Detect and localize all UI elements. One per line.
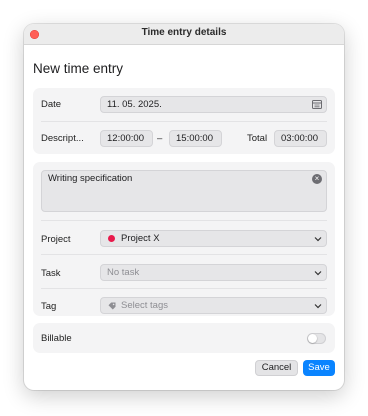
tag-placeholder: Select tags xyxy=(121,300,168,311)
date-field[interactable]: 11. 05. 2025. xyxy=(100,96,327,113)
project-color-dot xyxy=(108,235,115,242)
billable-card: Billable xyxy=(33,323,335,353)
details-card: Writing specification × Project Project … xyxy=(33,162,335,316)
project-label: Project xyxy=(41,234,71,245)
divider xyxy=(41,220,327,221)
task-label: Task xyxy=(41,268,61,279)
project-value: Project X xyxy=(121,233,160,244)
calendar-icon[interactable] xyxy=(312,100,322,109)
date-label: Date xyxy=(41,99,62,110)
clear-icon[interactable]: × xyxy=(312,174,322,184)
start-time-field[interactable]: 12:00:00 xyxy=(100,130,153,147)
time-entry-window: Time entry details New time entry Date 1… xyxy=(24,24,344,390)
task-placeholder: No task xyxy=(107,267,140,278)
date-value: 11. 05. 2025. xyxy=(107,99,162,110)
divider xyxy=(41,121,327,122)
chevron-down-icon xyxy=(314,271,322,276)
billable-toggle[interactable] xyxy=(307,333,326,344)
project-select[interactable]: Project X xyxy=(100,230,327,247)
description-value: Writing specification xyxy=(48,173,133,184)
tag-select[interactable]: Select tags xyxy=(100,297,327,314)
tag-label: Tag xyxy=(41,301,57,312)
page-title: New time entry xyxy=(33,61,124,76)
time-card: Date 11. 05. 2025. Descript... 12:00:00 … xyxy=(33,88,335,154)
chevron-down-icon xyxy=(314,304,322,309)
cancel-button[interactable]: Cancel xyxy=(255,360,298,376)
toggle-knob xyxy=(308,334,317,343)
chevron-down-icon xyxy=(314,237,322,242)
tag-icon xyxy=(108,302,116,310)
save-button[interactable]: Save xyxy=(303,360,335,376)
total-label: Total xyxy=(247,133,268,144)
billable-label: Billable xyxy=(41,333,72,344)
end-time-field[interactable]: 15:00:00 xyxy=(169,130,222,147)
description-label: Descript... xyxy=(41,133,84,144)
titlebar: Time entry details xyxy=(24,24,344,45)
time-separator: – xyxy=(157,133,163,144)
total-field[interactable]: 03:00:00 xyxy=(274,130,327,147)
description-field[interactable]: Writing specification × xyxy=(41,170,327,212)
task-select[interactable]: No task xyxy=(100,264,327,281)
window-title: Time entry details xyxy=(141,27,227,38)
divider xyxy=(41,288,327,289)
divider xyxy=(41,254,327,255)
